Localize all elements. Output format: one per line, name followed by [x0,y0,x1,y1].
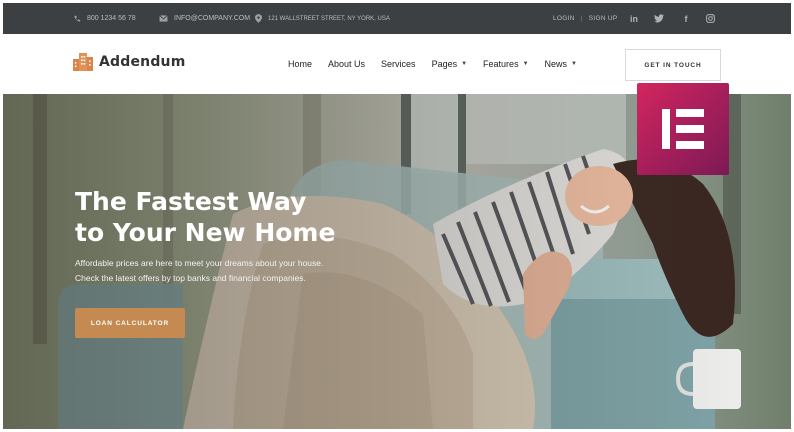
caret-down-icon: ▼ [571,61,577,67]
login-link[interactable]: LOGIN [553,15,575,22]
nav-label: Features [483,59,519,69]
nav-label: Pages [431,59,458,69]
address-contact: 121 WALLSTREET STREET, NY YORK, USA [255,3,390,34]
linkedin-icon[interactable]: in [628,14,640,24]
elementor-badge [637,83,729,175]
hero-subtitle: Affordable prices are here to meet your … [75,256,375,286]
auth-separator: | [580,15,583,22]
phone-contact[interactable]: 800 1234 56 78 [73,3,136,34]
building-logo-icon [73,53,93,71]
hero-subtitle-line: Check the latest offers by top banks and… [75,273,306,283]
logo-text: Addendum [99,54,186,70]
nav-pages[interactable]: Pages ▼ [432,59,467,69]
nav-about-us[interactable]: About Us [328,59,365,69]
map-pin-icon [255,14,262,23]
site-logo[interactable]: Addendum [73,53,186,71]
hero-title: The Fastest Way to Your New Home [75,186,405,248]
social-links: in f [628,3,718,34]
facebook-icon[interactable]: f [680,14,692,24]
get-in-touch-button[interactable]: GET IN TOUCH [625,49,721,81]
browser-frame: 800 1234 56 78 INFO@COMPANY.COM 121 WALL… [3,3,791,429]
phone-number: 800 1234 56 78 [87,15,136,22]
address-text: 121 WALLSTREET STREET, NY YORK, USA [268,15,390,22]
email-contact[interactable]: INFO@COMPANY.COM [159,3,250,34]
hero-title-line: The Fastest Way [75,187,307,216]
hero-title-line: to Your New Home [75,218,336,247]
nav-features[interactable]: Features ▼ [483,59,528,69]
phone-icon [74,15,81,22]
nav-label: News [544,59,568,69]
email-address: INFO@COMPANY.COM [174,15,251,22]
signup-link[interactable]: SIGN UP [589,15,618,22]
loan-calculator-button[interactable]: LOAN CALCULATOR [75,308,185,338]
hero-subtitle-line: Affordable prices are here to meet your … [75,258,324,268]
caret-down-icon: ▼ [522,61,529,67]
elementor-logo-icon [662,109,704,149]
nav-label: Home [288,59,313,69]
instagram-icon[interactable] [706,14,718,23]
twitter-icon[interactable] [654,14,666,23]
envelope-icon [159,15,168,22]
nav-home[interactable]: Home [288,59,312,69]
nav-services[interactable]: Services [381,59,416,69]
caret-down-icon: ▼ [461,61,468,67]
auth-links: LOGIN | SIGN UP [553,3,618,34]
main-nav: Home About Us Services Pages ▼ Features ▼ … [288,34,593,94]
nav-news[interactable]: News ▼ [545,59,577,69]
nav-label: Services [381,59,416,69]
nav-label: About Us [328,59,366,69]
top-info-bar: 800 1234 56 78 INFO@COMPANY.COM 121 WALL… [3,3,791,34]
